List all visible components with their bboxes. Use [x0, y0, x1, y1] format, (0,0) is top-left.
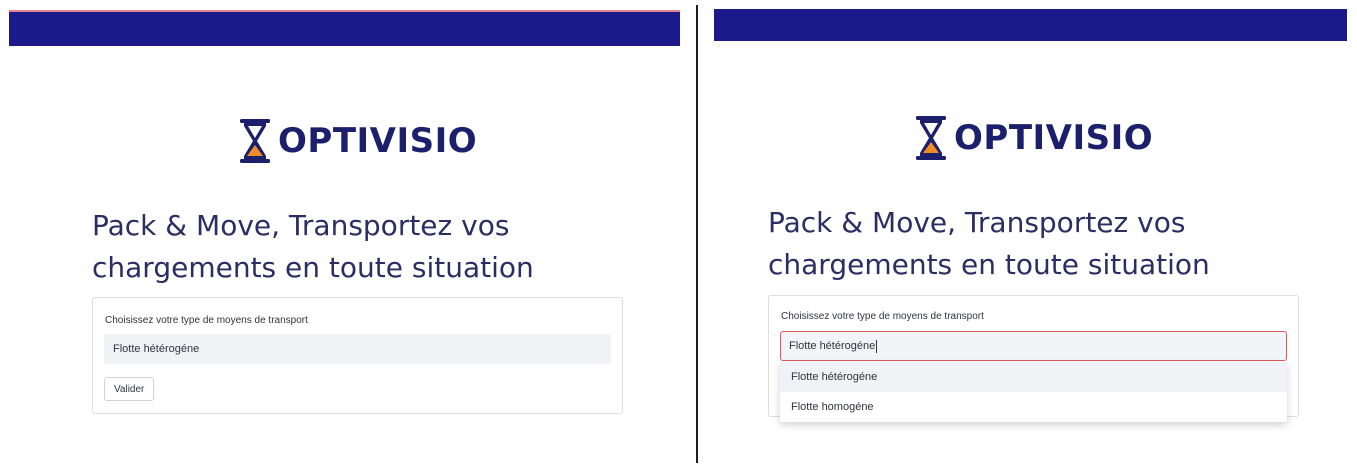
brand-name: OPTIVISIO — [954, 118, 1154, 158]
transport-type-select-focused[interactable]: Flotte hétérogéne — [780, 331, 1287, 361]
page-title: Pack & Move, Transportez vos chargements… — [92, 205, 534, 289]
page-title-line-2: chargements en toute situation — [92, 251, 534, 284]
page-title-line-1: Pack & Move, Transportez vos — [768, 206, 1186, 239]
page-title: Pack & Move, Transportez vos chargements… — [768, 202, 1210, 286]
hourglass-icon — [916, 116, 946, 160]
transport-type-dropdown: Flotte hétérogéne Flotte homogéne — [780, 362, 1287, 422]
panel-divider — [696, 5, 698, 463]
dropdown-option-heterogene[interactable]: Flotte hétérogéne — [780, 362, 1287, 392]
transport-type-label: Choisissez votre type de moyens de trans… — [105, 315, 308, 326]
brand-logo: OPTIVISIO — [238, 118, 477, 164]
top-header-bar — [9, 10, 680, 46]
transport-type-label: Choisissez votre type de moyens de trans… — [781, 311, 984, 322]
top-header-bar — [714, 9, 1347, 41]
hourglass-icon — [240, 119, 270, 163]
right-screenshot-panel: OPTIVISIO Pack & Move, Transportez vos c… — [700, 0, 1357, 468]
left-screenshot-panel: OPTIVISIO Pack & Move, Transportez vos c… — [0, 0, 694, 468]
transport-form-card: Choisissez votre type de moyens de trans… — [92, 297, 623, 414]
select-input-value: Flotte hétérogéne — [789, 340, 876, 352]
brand-name: OPTIVISIO — [278, 121, 478, 161]
dropdown-option-homogene[interactable]: Flotte homogéne — [780, 392, 1287, 422]
validate-button[interactable]: Valider — [104, 377, 155, 401]
text-caret — [876, 339, 878, 353]
page-title-line-1: Pack & Move, Transportez vos — [92, 209, 510, 242]
brand-logo: OPTIVISIO — [914, 115, 1153, 161]
transport-type-select[interactable]: Flotte hétérogéne — [104, 334, 611, 364]
page-title-line-2: chargements en toute situation — [768, 248, 1210, 281]
